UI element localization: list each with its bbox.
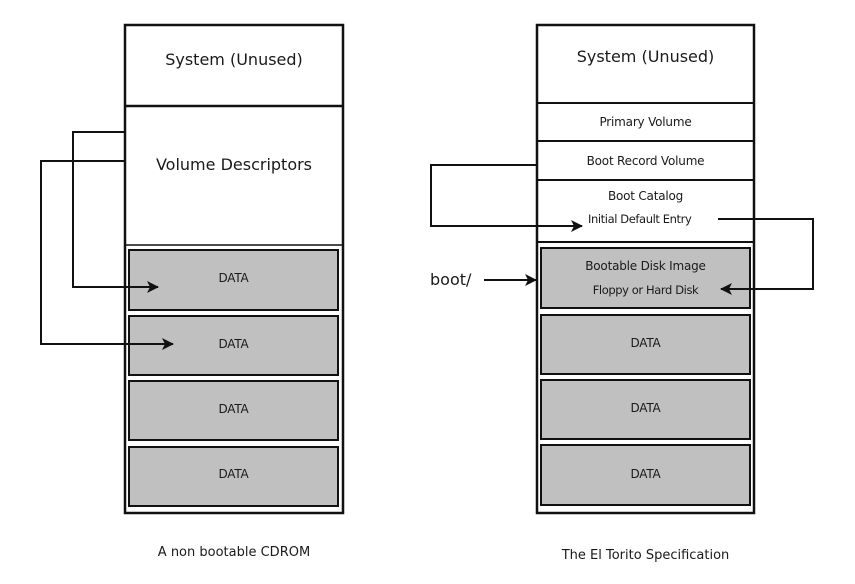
right-data-label-2: DATA [630, 401, 661, 415]
initial-default-entry-label: Initial Default Entry [588, 212, 692, 226]
bootable-disk-image-label: Bootable Disk Image [585, 259, 706, 273]
left-system-label: System (Unused) [165, 50, 303, 69]
primary-volume-label: Primary Volume [599, 115, 692, 129]
left-data-label-4: DATA [218, 467, 249, 481]
right-system-label: System (Unused) [576, 47, 715, 66]
right-bootable-image-block [540, 247, 751, 309]
boot-catalog-label: Boot Catalog [607, 189, 684, 203]
right-data-label-1: DATA [630, 336, 661, 350]
left-data-label-1: DATA [218, 271, 249, 285]
right-caption: The El Torito Specification [561, 548, 730, 563]
right-data-label-3: DATA [630, 467, 661, 481]
boot-record-volume-label: Boot Record Volume [586, 154, 705, 168]
left-data-label-2: DATA [218, 337, 249, 351]
left-disk-layout [123, 23, 345, 515]
floppy-or-hard-disk-label: Floppy or Hard Disk [592, 283, 699, 297]
left-volume-descriptors-label: Volume Descriptors [155, 155, 313, 174]
left-data-label-3: DATA [218, 402, 249, 416]
left-caption: A non bootable CDROM [157, 545, 311, 560]
boot-directory-label: boot/ [430, 270, 472, 289]
